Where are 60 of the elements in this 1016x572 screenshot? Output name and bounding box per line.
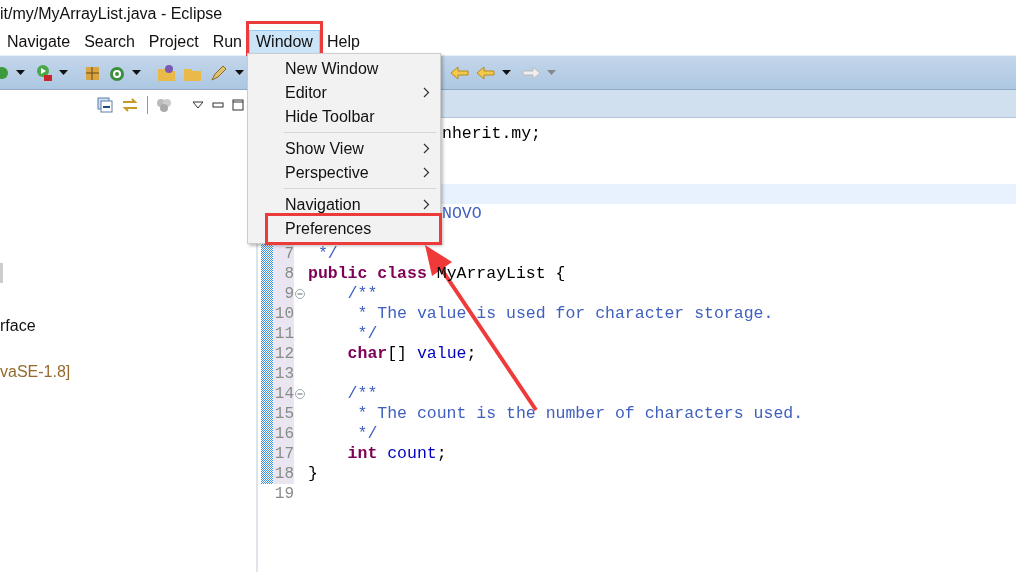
dropdown-icon[interactable] [132, 69, 141, 76]
selection-marker [0, 263, 3, 283]
minimize-icon[interactable] [212, 101, 224, 109]
line-number: 8 [273, 264, 294, 284]
folder-icon[interactable] [157, 63, 177, 82]
menu-item[interactable]: Project [141, 29, 206, 54]
code-line: * The value is used for character storage. [356, 304, 774, 323]
tree-item[interactable]: vaSE-1.8] [0, 361, 71, 383]
menu-item[interactable]: Search [77, 29, 142, 54]
code-line: */ [356, 324, 378, 343]
code-line: char[] value; [346, 344, 477, 363]
tree-item[interactable]: rface [0, 315, 36, 337]
code-line: */ [316, 244, 338, 263]
dropdown-icon[interactable] [59, 69, 68, 76]
dropdown-icon[interactable] [235, 69, 244, 76]
code-line: NOVO [442, 204, 482, 223]
menu-item[interactable]: Hide Toolbar [248, 105, 440, 129]
window-title: it/my/MyArrayList.java - Eclipse [0, 5, 223, 23]
menu-item[interactable]: Preferences [248, 217, 440, 241]
run-icon[interactable] [35, 63, 53, 82]
code-line: int count; [346, 444, 447, 463]
line-number: 14 [273, 384, 294, 404]
menu-item[interactable]: Navigate [0, 29, 78, 54]
menu-item[interactable]: Editor [248, 81, 440, 105]
line-number: 13 [273, 364, 294, 384]
code-line: */ [356, 424, 378, 443]
line-number: 19 [273, 484, 294, 504]
filter-icon[interactable] [156, 97, 172, 113]
pen-icon[interactable] [209, 63, 229, 82]
line-number: 11 [273, 324, 294, 344]
line-number: 10 [273, 304, 294, 324]
dropdown-icon[interactable] [502, 69, 511, 76]
back-icon[interactable] [476, 64, 496, 81]
menu-item[interactable]: New Window [248, 57, 440, 81]
collapse-icon[interactable] [97, 97, 113, 113]
code-line: /** [346, 284, 378, 303]
dropdown-icon[interactable] [16, 69, 25, 76]
line-number: 17 [273, 444, 294, 464]
fold-icon[interactable] [295, 289, 305, 299]
line-number: 18 [273, 464, 294, 484]
menu-item[interactable]: Navigation [248, 193, 440, 217]
menu-item[interactable]: Perspective [248, 161, 440, 185]
line-number: 9 [273, 284, 294, 304]
back-icon[interactable] [450, 64, 470, 81]
maximize-icon[interactable] [232, 99, 244, 111]
code-line: * The count is the number of characters used. [356, 404, 804, 423]
line-number: 15 [273, 404, 294, 424]
menu-item[interactable]: Window [249, 29, 320, 54]
menu-item[interactable]: Help [319, 29, 367, 54]
line-number: 12 [273, 344, 294, 364]
line-number: 16 [273, 424, 294, 444]
code-line: /** [346, 384, 378, 403]
fold-icon[interactable] [295, 389, 305, 399]
code-line: } [308, 464, 318, 483]
view-menu-icon[interactable] [192, 101, 204, 109]
menu-item[interactable]: Show View [248, 137, 440, 161]
code-line: nherit.my; [442, 124, 542, 143]
line-number: 7 [273, 244, 294, 264]
menu-item[interactable]: Run [205, 29, 249, 54]
link-icon[interactable] [121, 97, 139, 113]
